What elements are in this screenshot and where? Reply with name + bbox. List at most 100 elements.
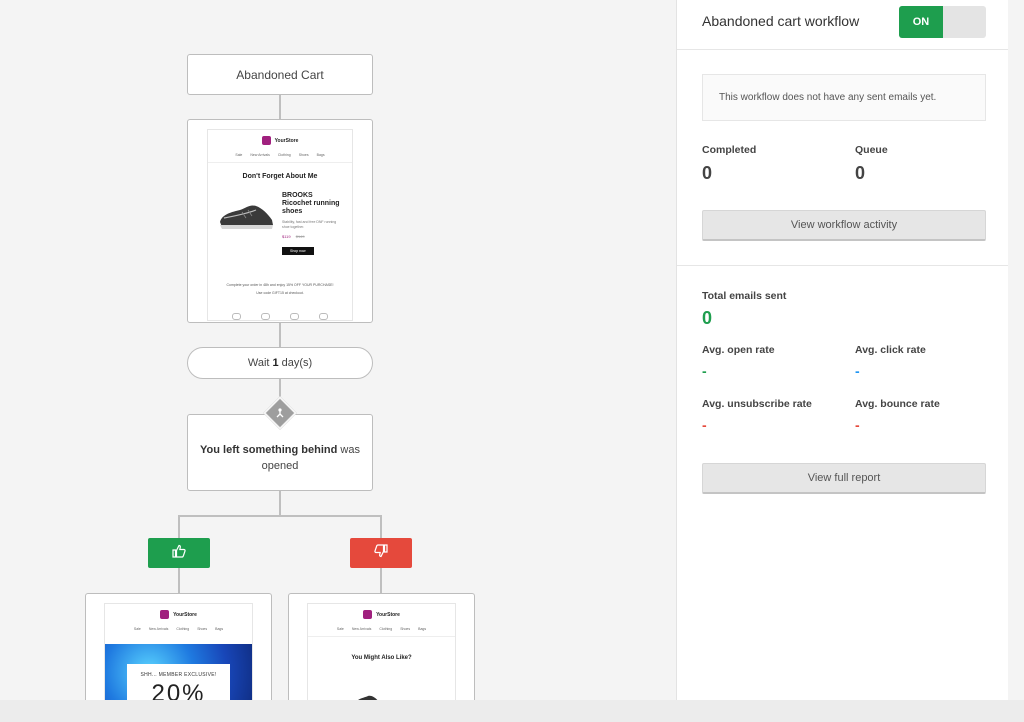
- open-rate-value: -: [702, 363, 707, 379]
- connector: [178, 515, 180, 538]
- connector: [178, 515, 381, 517]
- store-logo-icon: [261, 136, 271, 145]
- trigger-label: Abandoned Cart: [236, 67, 324, 82]
- yes-branch-button[interactable]: [148, 538, 210, 568]
- email-nav: Sale New Arrivals Clothing Shoes Bags: [105, 627, 252, 631]
- completed-label: Completed: [702, 144, 757, 156]
- wait-suffix: day(s): [281, 357, 313, 369]
- email-nav: Sale New Arrivals Clothing Shoes Bags: [208, 153, 352, 157]
- delivery-icon: [261, 313, 270, 320]
- shoe-image: [216, 200, 276, 232]
- email-brand: YourStore: [308, 610, 455, 619]
- promo-text: SHH... MEMBER EXCLUSIVE!: [140, 672, 217, 678]
- workflow-sidebar: Abandoned cart workflow ON This workflow…: [676, 0, 1009, 700]
- workflow-toggle[interactable]: ON: [899, 6, 986, 38]
- brand-name: YourStore: [376, 611, 400, 618]
- brand-name: YourStore: [173, 611, 197, 618]
- email-node-promo[interactable]: YourStore Sale New Arrivals Clothing Sho…: [85, 593, 272, 700]
- total-emails-label: Total emails sent: [702, 290, 787, 302]
- bounce-rate-value: -: [855, 417, 860, 433]
- trigger-node[interactable]: Abandoned Cart: [187, 54, 373, 95]
- email-heading: Don't Forget About Me: [242, 173, 318, 180]
- email-nav-item: Shoes: [400, 627, 411, 631]
- no-branch-button[interactable]: [350, 538, 412, 568]
- email-feature-icons: [208, 313, 352, 320]
- product-price: $119 $149: [282, 234, 344, 239]
- wait-prefix: Wait: [247, 357, 270, 369]
- email-brand: YourStore: [208, 136, 352, 145]
- product-desc: Stability, fast and free DNF running sho…: [282, 220, 337, 229]
- email-preview: YourStore Sale New Arrivals Clothing Sho…: [308, 604, 455, 700]
- email-preview: YourStore Sale New Arrivals Clothing Sho…: [105, 604, 252, 700]
- connector: [279, 491, 281, 515]
- footer-line: Complete your order in 48h and enjoy 15%…: [226, 283, 334, 287]
- view-workflow-activity-button[interactable]: View workflow activity: [702, 210, 986, 241]
- panel-header: Abandoned cart workflow ON: [677, 0, 1009, 50]
- brand-name: YourStore: [274, 137, 299, 144]
- open-rate-label: Avg. open rate: [702, 344, 775, 356]
- email-nav: Sale New Arrivals Clothing Shoes Bags: [308, 627, 455, 631]
- product-name: BROOKS Ricochet running shoes: [282, 192, 340, 215]
- email-nav-item: Shoes: [197, 627, 208, 631]
- click-rate-label: Avg. click rate: [855, 344, 926, 356]
- promo-discount: 20%: [151, 680, 206, 700]
- connector: [380, 568, 382, 593]
- total-emails-value: 0: [702, 308, 713, 328]
- product-info: BROOKS Ricochet running shoes Stability,…: [282, 192, 344, 257]
- product-row: BROOKS Ricochet running shoes Stability,…: [208, 192, 352, 257]
- email-nav-item: New Arrivals: [148, 627, 169, 631]
- store-logo-icon: [363, 610, 373, 619]
- panel-title: Abandoned cart workflow: [702, 13, 860, 29]
- view-full-report-button[interactable]: View full report: [702, 463, 986, 494]
- shop-now-button: Shop now: [282, 247, 314, 255]
- email-nav-item: Clothing: [176, 627, 190, 631]
- wait-amount: 1: [272, 357, 279, 369]
- email-nav-item: Sale: [336, 627, 344, 631]
- no-emails-notice: This workflow does not have any sent ema…: [702, 74, 986, 121]
- email-nav-item: Clothing: [379, 627, 393, 631]
- price: $119: [282, 234, 291, 239]
- old-price: $149: [295, 234, 305, 239]
- bounce-rate-label: Avg. bounce rate: [855, 398, 940, 410]
- email-nav-item: Sale: [235, 153, 243, 157]
- divider: [208, 162, 352, 163]
- connector: [279, 323, 281, 347]
- thumbs-up-icon: [172, 544, 186, 563]
- page-margin: [1008, 0, 1024, 700]
- thumbs-down-icon: [374, 543, 388, 563]
- email-nav-item: Sale: [133, 627, 141, 631]
- email-footer: Complete your order in 48h and enjoy 15%…: [208, 281, 352, 297]
- connector: [178, 568, 180, 593]
- connector: [380, 515, 382, 538]
- smile-icon: [232, 313, 241, 320]
- condition-email-name: You left something behind: [200, 443, 338, 456]
- toggle-on-label: ON: [899, 6, 943, 38]
- email-nav-item: Shoes: [298, 153, 309, 157]
- connector: [279, 95, 281, 119]
- queue-value: 0: [855, 163, 866, 183]
- email-node-reminder[interactable]: YourStore Sale New Arrivals Clothing Sho…: [187, 119, 373, 323]
- queue-label: Queue: [855, 144, 888, 156]
- store-logo-icon: [160, 610, 170, 619]
- footer-line: Use code GIFT15 at checkout.: [256, 291, 304, 295]
- email-preview: YourStore Sale New Arrivals Clothing Sho…: [208, 130, 352, 320]
- split-icon: [272, 405, 288, 421]
- email-brand: YourStore: [105, 610, 252, 619]
- divider: [677, 265, 1009, 266]
- email-nav-item: New Arrivals: [250, 153, 270, 157]
- page-bottom: [0, 700, 1024, 722]
- promo-box: SHH... MEMBER EXCLUSIVE! 20%: [127, 664, 230, 700]
- promo-banner: SHH... MEMBER EXCLUSIVE! 20%: [105, 644, 252, 700]
- calendar-icon: [319, 313, 328, 320]
- email-nav-item: New Arrivals: [351, 627, 372, 631]
- unsubscribe-rate-value: -: [702, 417, 707, 433]
- click-rate-value: -: [855, 363, 860, 379]
- completed-value: 0: [702, 163, 713, 183]
- email-nav-item: Bags: [418, 627, 427, 631]
- email-node-recommend[interactable]: YourStore Sale New Arrivals Clothing Sho…: [288, 593, 475, 700]
- wait-node[interactable]: Wait 1 day(s): [187, 347, 373, 379]
- workflow-canvas: Abandoned Cart YourStore Sale New Arriva…: [0, 0, 676, 700]
- email-heading: You Might Also Like?: [351, 655, 412, 661]
- divider: [308, 636, 455, 637]
- unsubscribe-rate-label: Avg. unsubscribe rate: [702, 398, 812, 410]
